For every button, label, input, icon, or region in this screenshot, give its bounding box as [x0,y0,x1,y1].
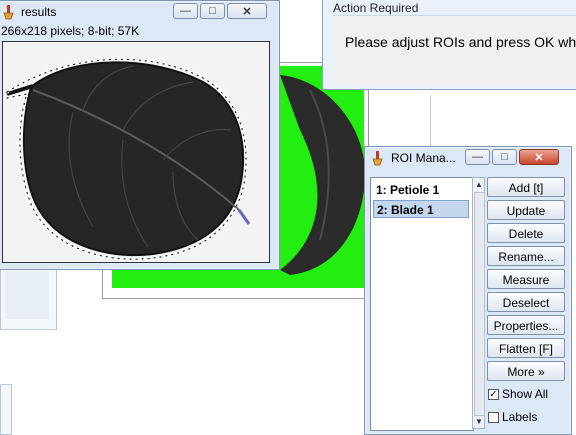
show-all-checkbox[interactable]: ✓ Show All [488,387,548,401]
labels-label: Labels [502,410,538,424]
roi-manager-titlebar[interactable]: ROI Mana... — □ ✕ [365,147,571,169]
roi-manager-window: ROI Mana... — □ ✕ 1: Petiole 1 2: Blade … [364,146,572,435]
close-button[interactable]: ✕ [519,149,559,165]
update-button[interactable]: Update [487,200,565,220]
action-window-title: Action Required [333,1,419,15]
checkbox-unchecked-icon [488,411,499,423]
roi-list[interactable]: 1: Petiole 1 2: Blade 1 [370,177,474,431]
minimize-icon: — [180,5,191,17]
roi-list-item-selected[interactable]: 2: Blade 1 [373,200,469,218]
scroll-down-icon[interactable]: ▼ [474,416,484,427]
minimize-button[interactable]: — [173,3,198,19]
maximize-button[interactable]: □ [492,149,517,165]
image-canvas[interactable] [2,41,270,263]
maximize-icon: □ [501,151,508,163]
leaf-image [5,57,251,261]
measure-button[interactable]: Measure [487,269,565,289]
results-window: results — □ ✕ 266x218 pixels; 8-bit; 57K [0,0,280,270]
minimize-button[interactable]: — [465,149,490,165]
deselect-button[interactable]: Deselect [487,292,565,312]
roi-list-item[interactable]: 1: Petiole 1 [373,181,469,199]
results-title: results [21,5,57,19]
scroll-up-icon[interactable]: ▲ [474,179,484,190]
results-titlebar[interactable]: results — □ ✕ [0,1,279,23]
image-info: 266x218 pixels; 8-bit; 57K [1,24,140,38]
roi-list-scrollbar[interactable]: ▲ ▼ [472,177,485,429]
labels-checkbox[interactable]: Labels [488,410,537,424]
close-icon: ✕ [534,151,544,164]
show-all-label: Show All [502,387,549,401]
add-button[interactable]: Add [t] [487,177,565,197]
minimize-icon: — [472,151,483,163]
background-window-bottom [0,384,12,435]
close-button[interactable]: ✕ [227,3,267,19]
properties-button[interactable]: Properties... [487,315,565,335]
action-message: Please adjust ROIs and press OK wh [345,34,576,50]
delete-button[interactable]: Delete [487,223,565,243]
rename-button[interactable]: Rename... [487,246,565,266]
maximize-button[interactable]: □ [200,3,225,19]
checkbox-checked-icon: ✓ [488,388,499,400]
scroll-thumb[interactable] [474,192,485,416]
imagej-icon [3,5,14,20]
imagej-icon [372,151,383,166]
action-required-window: Action Required Please adjust ROIs and p… [322,0,576,90]
action-window-body: Please adjust ROIs and press OK wh [333,15,576,84]
close-icon: ✕ [242,5,252,18]
roi-manager-title: ROI Mana... [391,151,456,165]
maximize-icon: □ [209,5,216,17]
flatten-button[interactable]: Flatten [F] [487,338,565,358]
more-button[interactable]: More » [487,361,565,381]
